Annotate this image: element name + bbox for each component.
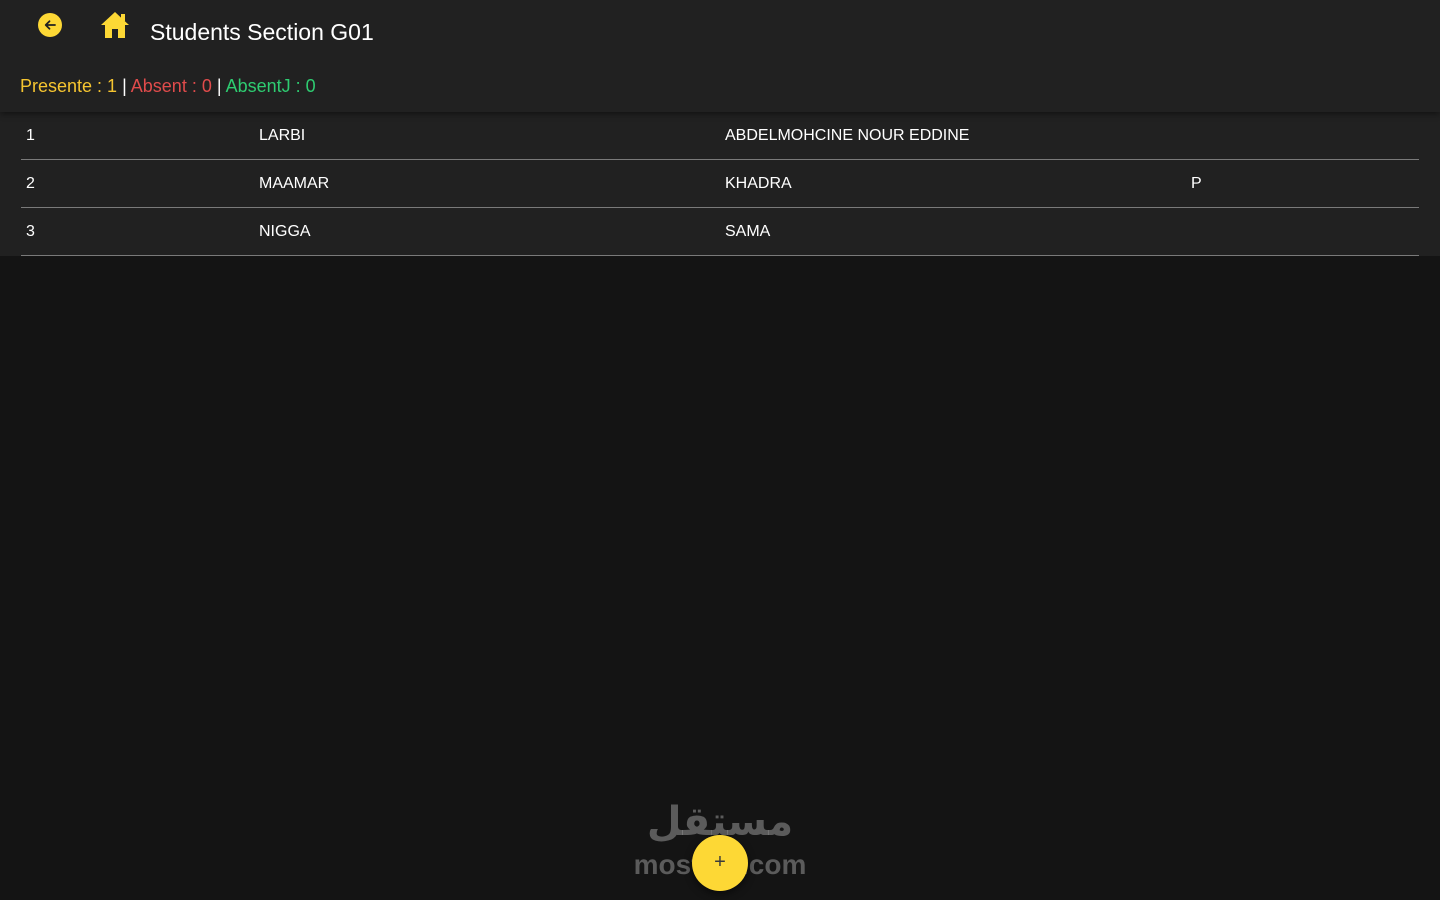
absentj-count: AbsentJ : 0: [225, 76, 316, 96]
home-button[interactable]: [99, 10, 131, 40]
attendance-summary: Presente : 1 | Absent : 0 | AbsentJ : 0: [20, 74, 316, 98]
student-last-name: NIGGA: [259, 223, 311, 240]
add-student-button[interactable]: +: [692, 835, 748, 891]
home-icon: [101, 12, 129, 38]
summary-separator: |: [216, 76, 222, 96]
back-button[interactable]: [38, 13, 62, 37]
present-count: Presente : 1: [20, 76, 118, 96]
student-list: 1 LARBI ABDELMOHCINE NOUR EDDINE 2 MAAMA…: [0, 112, 1440, 256]
student-first-name: KHADRA: [725, 175, 792, 192]
student-row[interactable]: 1 LARBI ABDELMOHCINE NOUR EDDINE: [21, 112, 1419, 160]
student-last-name: LARBI: [259, 127, 306, 144]
student-row[interactable]: 2 MAAMAR KHADRA P: [21, 160, 1419, 208]
student-number: 1: [26, 127, 35, 144]
student-first-name: SAMA: [725, 223, 771, 240]
summary-separator: |: [122, 76, 127, 96]
app-header: Students Section G01 Presente : 1 | Abse…: [0, 0, 1440, 112]
student-number: 2: [26, 175, 35, 192]
student-row[interactable]: 3 NIGGA SAMA: [21, 208, 1419, 256]
absent-count: Absent : 0: [130, 76, 212, 96]
student-number: 3: [26, 223, 35, 240]
arrow-left-circle-icon: [44, 20, 56, 30]
page-title: Students Section G01: [150, 19, 374, 45]
student-last-name: MAAMAR: [259, 175, 330, 192]
student-status: P: [1191, 175, 1202, 192]
student-first-name: ABDELMOHCINE NOUR EDDINE: [725, 127, 970, 144]
plus-icon: +: [714, 851, 726, 873]
